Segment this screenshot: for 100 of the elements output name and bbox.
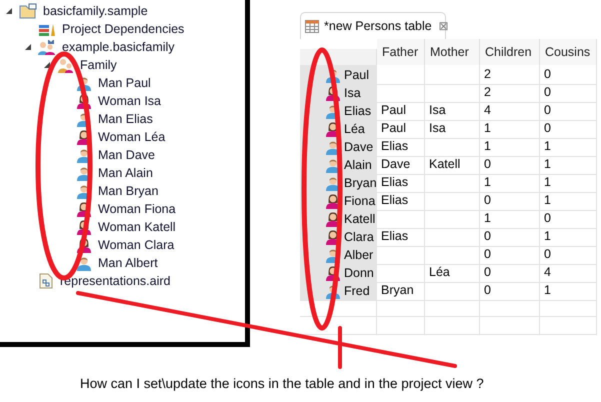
table-cell: 0 (480, 281, 540, 301)
table-cell: 1 (540, 173, 597, 193)
table-cell: 2 (480, 65, 540, 85)
table-cell: 4 (540, 263, 597, 283)
folder-icon (19, 3, 37, 19)
table-cell (377, 245, 425, 265)
expand-arrow-icon[interactable] (5, 7, 13, 15)
question-text: How can I set\update the icons in the table and in the project view ? (80, 375, 484, 393)
column-header[interactable]: Cousins (540, 39, 597, 65)
tree-item[interactable]: Man Paul (98, 74, 151, 92)
table-cell (480, 317, 540, 335)
table-cell (377, 65, 425, 85)
expand-arrow-icon[interactable] (43, 61, 51, 69)
table-cell (540, 317, 597, 335)
man-icon (325, 66, 341, 83)
table-cell (425, 245, 480, 265)
table-cell: 0 (540, 209, 597, 229)
tree-item[interactable]: Man Dave (98, 146, 155, 164)
tab-title: *new Persons table (324, 18, 432, 35)
table-cell: 1 (540, 137, 597, 157)
table-cell: Elias (377, 137, 425, 157)
tree-item[interactable]: Man Albert (98, 254, 158, 272)
tree-item[interactable]: Man Elias (98, 110, 153, 128)
tree-item[interactable]: Woman Fiona (98, 200, 176, 218)
woman-icon (76, 219, 92, 235)
tree-item[interactable]: Woman Léa (98, 128, 166, 146)
table-cell (377, 263, 425, 283)
table-cell: 0 (480, 263, 540, 283)
table-cell: Paul (377, 101, 425, 121)
table-cell: 0 (480, 155, 540, 175)
tree-item[interactable]: basicfamily.sample (43, 2, 148, 20)
table-cell: Isa (425, 101, 480, 121)
table-icon (305, 20, 319, 32)
table-cell: Isa (425, 119, 480, 139)
table-cell (425, 299, 480, 317)
table-cell (425, 317, 480, 335)
woman-icon (76, 201, 92, 217)
table-cell (377, 209, 425, 229)
table-cell: 4 (480, 101, 540, 121)
table-cell: Dave (377, 155, 425, 175)
table-cell: 0 (540, 101, 597, 121)
table-cell (425, 281, 480, 301)
editor-tab[interactable]: *new Persons table ⊠ (300, 12, 446, 39)
table-cell: 1 (540, 281, 597, 301)
tree-item[interactable]: representations.aird (60, 272, 170, 290)
people-icon (38, 39, 56, 55)
table-cell: Bryan (377, 281, 425, 301)
woman-icon (325, 264, 341, 281)
table-cell (425, 65, 480, 85)
tree-item[interactable]: example.basicfamily (62, 38, 175, 56)
table-cell: 1 (480, 137, 540, 157)
tree-item[interactable]: Project Dependencies (62, 20, 184, 38)
table-cell: 0 (480, 245, 540, 265)
table-cell: 0 (540, 245, 597, 265)
table-cell: Elias (377, 173, 425, 193)
table-cell: 0 (480, 191, 540, 211)
woman-icon (76, 237, 92, 253)
man-icon (325, 282, 341, 299)
tree-item[interactable]: Family (80, 56, 117, 74)
man-icon (76, 255, 92, 271)
table-cell: 1 (540, 191, 597, 211)
table-cell (425, 137, 480, 157)
tree-item[interactable]: Woman Katell (98, 218, 176, 236)
table-cell: 0 (480, 227, 540, 247)
table-cell: 1 (480, 173, 540, 193)
tree-item[interactable]: Man Bryan (98, 182, 158, 200)
column-header[interactable]: Children (480, 39, 540, 65)
table-cell: 1 (540, 227, 597, 247)
table-cell: 0 (540, 83, 597, 103)
table-cell (425, 83, 480, 103)
table-cell (540, 299, 597, 317)
woman-icon (76, 93, 92, 109)
man-icon (76, 75, 92, 91)
table-cell: Katell (425, 155, 480, 175)
expand-arrow-icon[interactable] (24, 43, 32, 51)
tree-item[interactable]: Man Alain (98, 164, 153, 182)
table-cell: Elias (377, 191, 425, 211)
table-cell: 1 (540, 155, 597, 175)
people-icon (57, 57, 74, 73)
table-cell: 1 (480, 209, 540, 229)
woman-icon (325, 84, 341, 101)
table-cell (377, 83, 425, 103)
table-cell (425, 227, 480, 247)
column-header[interactable]: Father (377, 39, 425, 65)
table-cell (425, 209, 480, 229)
table-cell (480, 299, 540, 317)
table-cell (425, 191, 480, 211)
close-button[interactable]: ⊠ (438, 20, 449, 32)
table-cell: 2 (480, 83, 540, 103)
table-cell: Paul (377, 119, 425, 139)
table-cell: Elias (377, 227, 425, 247)
tree-item[interactable]: Woman Clara (98, 236, 174, 254)
tree-item[interactable]: Woman Isa (98, 92, 161, 110)
table-cell (377, 299, 425, 317)
table-cell: 0 (540, 119, 597, 139)
file-icon (38, 273, 54, 289)
table-cell (377, 317, 425, 335)
column-header[interactable]: Mother (425, 39, 480, 65)
table-cell: 1 (480, 119, 540, 139)
table-cell: Léa (425, 263, 480, 283)
